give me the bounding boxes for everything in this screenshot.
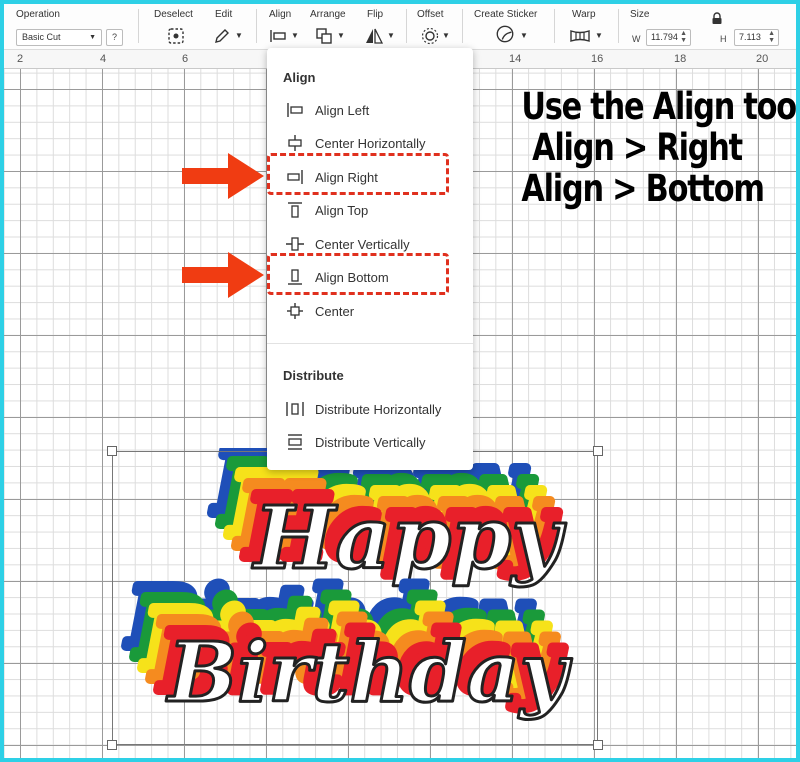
toolbar-divider	[554, 9, 555, 43]
menu-divider	[267, 343, 473, 344]
deselect-label: Deselect	[154, 9, 193, 20]
arrange-button[interactable]: Arrange ▼	[310, 9, 356, 47]
height-value: 7.113	[739, 32, 761, 42]
stepper-icon[interactable]: ▲ ▼	[680, 30, 687, 44]
toolbar-divider	[406, 9, 407, 43]
highlight-box-align-right	[267, 153, 449, 195]
distribute-vertically-icon	[288, 434, 302, 450]
operation-label: Operation	[16, 9, 60, 20]
arrow-right-icon	[182, 153, 264, 199]
menu-item-center[interactable]: Center	[267, 296, 473, 326]
ruler-label: 6	[182, 53, 189, 65]
operation-group: Operation Basic Cut ▼ ?	[4, 9, 132, 47]
ruler-label: 18	[674, 53, 687, 65]
chevron-down-icon: ▼	[595, 31, 603, 40]
resize-handle-bottom-left[interactable]	[107, 740, 117, 750]
toolbar-divider	[138, 9, 139, 43]
menu-item-label: Distribute Vertically	[315, 435, 426, 450]
width-label: W	[632, 34, 641, 44]
operation-value: Basic Cut	[22, 32, 61, 42]
instruction-line-3: Align > Bottom	[521, 167, 765, 210]
chevron-down-icon: ▼	[442, 31, 450, 40]
resize-handle-bottom-right[interactable]	[593, 740, 603, 750]
operation-help-button[interactable]: ?	[106, 29, 123, 46]
stepper-icon[interactable]: ▲ ▼	[768, 30, 775, 44]
size-group: Size W 11.794 ▲ ▼ H 7.113 ▲ ▼	[626, 9, 796, 47]
center-vertically-icon	[286, 237, 304, 251]
create-sticker-button[interactable]: Create Sticker ▼	[472, 9, 544, 47]
selection-bounding-box[interactable]	[112, 451, 598, 745]
center-icon	[287, 303, 303, 319]
warp-icon	[570, 30, 590, 42]
menu-item-label: Align Left	[315, 103, 370, 118]
arrange-label: Arrange	[310, 9, 346, 20]
menu-item-label: Center Vertically	[315, 237, 410, 252]
chevron-down-icon: ▼	[235, 31, 243, 40]
offset-button[interactable]: Offset ▼	[414, 9, 454, 47]
toolbar-divider	[256, 9, 257, 43]
chevron-down-icon: ▼	[291, 31, 299, 40]
resize-handle-top-right[interactable]	[593, 446, 603, 456]
ruler-label: 20	[756, 53, 769, 65]
menu-item-distribute-horizontally[interactable]: Distribute Horizontally	[267, 394, 473, 424]
operation-select[interactable]: Basic Cut ▼	[16, 29, 102, 46]
align-button[interactable]: Align ▼	[266, 9, 302, 47]
resize-handle-top-left[interactable]	[107, 446, 117, 456]
menu-item-align-top[interactable]: Align Top	[267, 195, 473, 225]
instruction-line-1: Use the Align tool:	[521, 85, 796, 128]
top-toolbar: Operation Basic Cut ▼ ? Deselect Edit ▼	[4, 4, 796, 50]
flip-button[interactable]: Flip ▼	[362, 9, 398, 47]
align-icon	[270, 30, 286, 42]
ruler-label: 16	[591, 53, 604, 65]
offset-icon	[421, 27, 439, 45]
warp-button[interactable]: Warp ▼	[564, 9, 608, 47]
align-menu-heading: Align	[283, 70, 316, 85]
center-horizontally-icon	[288, 135, 302, 151]
sticker-icon	[496, 25, 514, 43]
highlight-box-align-bottom	[267, 253, 449, 295]
distribute-horizontally-icon	[286, 402, 304, 416]
edit-button[interactable]: Edit ▼	[210, 9, 246, 47]
width-input[interactable]: 11.794 ▲ ▼	[646, 29, 691, 46]
align-left-icon	[287, 103, 303, 117]
edit-label: Edit	[215, 9, 233, 20]
deselect-icon	[168, 28, 184, 44]
menu-item-align-left[interactable]: Align Left	[267, 95, 473, 125]
warp-label: Warp	[572, 9, 596, 20]
height-input[interactable]: 7.113 ▲ ▼	[734, 29, 779, 46]
chevron-down-icon: ▼	[89, 34, 96, 41]
size-label: Size	[630, 9, 650, 20]
offset-label: Offset	[417, 9, 444, 20]
align-top-icon	[288, 202, 302, 218]
deselect-button[interactable]: Deselect	[150, 9, 200, 47]
toolbar-divider	[618, 9, 619, 43]
create-sticker-label: Create Sticker	[474, 9, 538, 20]
toolbar-divider	[462, 9, 463, 43]
width-value: 11.794	[651, 32, 678, 42]
height-label: H	[720, 34, 727, 44]
pencil-icon	[215, 29, 229, 43]
flip-label: Flip	[367, 9, 384, 20]
ruler-label: 14	[509, 53, 522, 65]
align-label: Align	[269, 9, 292, 20]
instruction-line-2: Align > Right	[532, 126, 743, 169]
arrange-icon	[316, 28, 332, 44]
menu-item-label: Center	[315, 304, 355, 319]
ruler-label: 2	[17, 53, 24, 65]
chevron-down-icon: ▼	[387, 31, 395, 40]
lock-icon[interactable]	[711, 12, 723, 25]
app-frame: Operation Basic Cut ▼ ? Deselect Edit ▼	[4, 4, 796, 758]
distribute-menu-heading: Distribute	[283, 368, 344, 383]
instruction-text: Use the Align tool: Align > Right Align …	[521, 85, 796, 210]
arrow-right-icon	[182, 252, 264, 298]
flip-icon	[366, 28, 384, 44]
menu-item-distribute-vertically[interactable]: Distribute Vertically	[267, 427, 473, 457]
chevron-down-icon: ▼	[337, 31, 345, 40]
menu-item-label: Align Top	[315, 203, 369, 218]
chevron-down-icon: ▼	[520, 31, 528, 40]
menu-item-label: Distribute Horizontally	[315, 402, 442, 417]
menu-item-label: Center Horizontally	[315, 136, 426, 151]
ruler-label: 4	[100, 53, 107, 65]
